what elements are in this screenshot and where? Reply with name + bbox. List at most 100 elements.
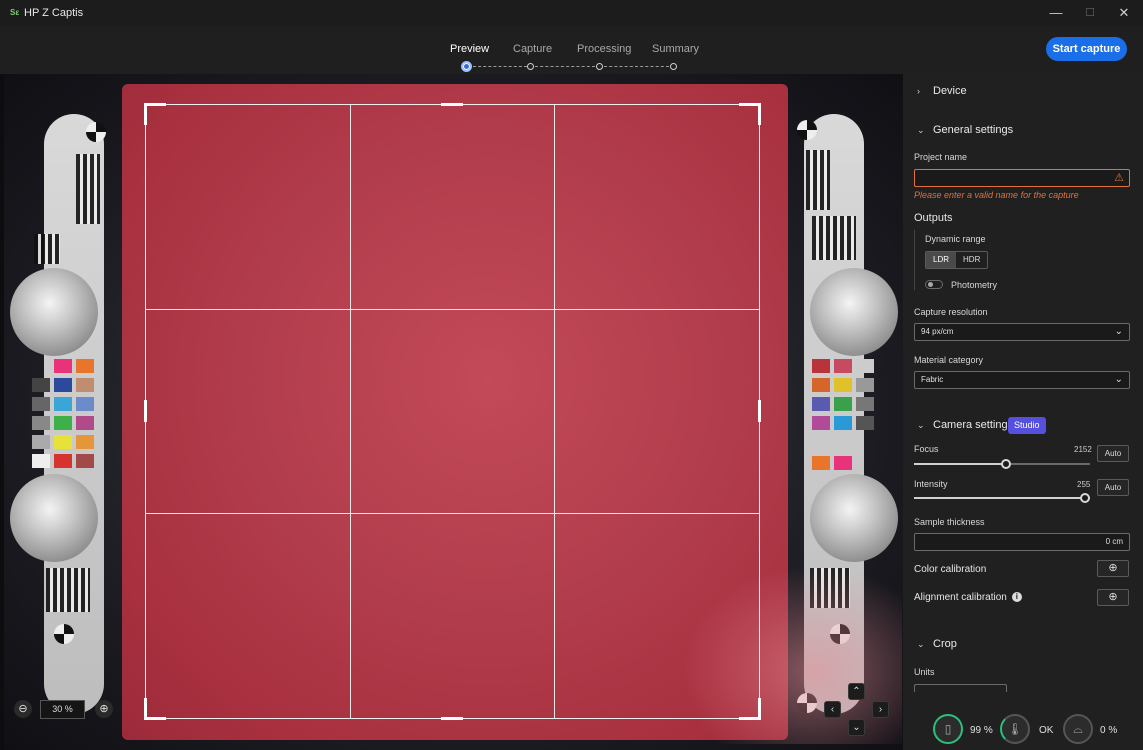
metal-disc <box>10 474 98 562</box>
minimize-button[interactable]: — <box>1041 4 1071 22</box>
step-dot-summary[interactable] <box>670 63 677 70</box>
color-swatch <box>32 435 50 449</box>
camera-preview[interactable]: ⊖ 30 % ⊕ ⌃ ‹ › ⌄ <box>0 74 903 750</box>
studio-badge[interactable]: Studio <box>1008 417 1046 434</box>
start-capture-button[interactable]: Start capture <box>1046 37 1127 61</box>
crop-handle-left[interactable] <box>144 400 147 422</box>
section-crop[interactable]: ⌄ Crop <box>917 638 957 650</box>
section-general-settings[interactable]: ⌄ General settings <box>917 124 1013 136</box>
crop-handle-bottom-left[interactable] <box>144 698 166 720</box>
close-button[interactable]: ✕ <box>1109 4 1139 22</box>
color-swatch <box>54 378 72 392</box>
calibration-target-icon <box>54 624 74 644</box>
project-name-label: Project name <box>914 152 968 162</box>
color-swatch <box>54 397 72 411</box>
focus-slider-thumb[interactable] <box>1001 459 1011 469</box>
color-swatch <box>812 378 830 392</box>
focus-slider[interactable] <box>914 459 1090 469</box>
step-connector <box>535 66 595 67</box>
section-crop-label: Crop <box>933 638 957 650</box>
pan-left-button[interactable]: ‹ <box>824 701 841 718</box>
section-general-label: General settings <box>933 124 1014 136</box>
project-name-input[interactable]: ⚠ <box>914 169 1130 187</box>
color-swatch <box>76 435 94 449</box>
chevron-down-icon: ⌄ <box>1114 326 1123 337</box>
intensity-slider-thumb[interactable] <box>1080 493 1090 503</box>
focus-auto-button[interactable]: Auto <box>1097 445 1129 462</box>
color-swatch <box>856 397 874 411</box>
step-dot-capture[interactable] <box>527 63 534 70</box>
step-preview[interactable]: Preview <box>450 43 489 55</box>
chevron-down-icon: ⌄ <box>917 420 925 430</box>
battery-icon: ▯ <box>933 714 963 744</box>
color-calibration-label: Color calibration <box>914 564 987 575</box>
crosshair-icon: ⊕ <box>1108 562 1118 574</box>
dynamic-range-hdr[interactable]: HDR <box>956 252 987 268</box>
step-connector <box>473 66 527 67</box>
color-swatch <box>812 397 830 411</box>
color-swatch <box>76 454 94 468</box>
crop-handle-bottom[interactable] <box>441 717 463 720</box>
material-category-select[interactable]: Fabric ⌄ <box>914 371 1130 389</box>
step-connector <box>604 66 669 67</box>
step-summary[interactable]: Summary <box>652 43 699 55</box>
section-camera-label: Camera settings <box>933 419 1014 431</box>
step-dot-processing[interactable] <box>596 63 603 70</box>
focus-slider-fill <box>914 463 1010 465</box>
chevron-down-icon: ⌄ <box>917 639 925 649</box>
crop-handle-right[interactable] <box>758 400 761 422</box>
alignment-calibration-row: Alignment calibration i <box>914 592 1022 603</box>
sample-thickness-input[interactable]: 0 cm <box>914 533 1130 551</box>
sample-thickness-label: Sample thickness <box>914 517 985 527</box>
zoom-value[interactable]: 30 % <box>40 700 85 719</box>
crop-handle-bottom-right[interactable] <box>739 698 761 720</box>
color-swatch <box>76 359 94 373</box>
color-swatch <box>834 416 852 430</box>
step-capture[interactable]: Capture <box>513 43 552 55</box>
material-category-label: Material category <box>914 355 984 365</box>
color-calibration-button[interactable]: ⊕ <box>1097 560 1129 577</box>
grid-line <box>350 105 351 718</box>
alignment-calibration-label: Alignment calibration <box>914 592 1007 603</box>
zoom-out-button[interactable]: ⊖ <box>14 700 32 718</box>
capture-resolution-select[interactable]: 94 px/cm ⌄ <box>914 323 1130 341</box>
color-swatch <box>54 359 72 373</box>
zoom-out-icon: ⊖ <box>18 703 28 715</box>
crop-handle-top-right[interactable] <box>739 103 761 125</box>
intensity-slider[interactable] <box>914 493 1090 503</box>
storage-icon: ⌓ <box>1063 714 1093 744</box>
color-swatch <box>834 359 852 373</box>
qr-code <box>46 568 90 612</box>
intensity-value: 255 <box>1077 480 1091 489</box>
capture-resolution-value: 94 px/cm <box>921 327 954 336</box>
dynamic-range-ldr[interactable]: LDR <box>926 252 957 268</box>
step-processing[interactable]: Processing <box>577 43 631 55</box>
color-swatch <box>812 416 830 430</box>
storage-value: 0 % <box>1100 725 1118 736</box>
crop-frame[interactable] <box>145 104 760 719</box>
zoom-in-button[interactable]: ⊕ <box>95 700 113 718</box>
crop-handle-top-left[interactable] <box>144 103 166 125</box>
units-select[interactable] <box>914 684 1007 692</box>
step-dot-preview[interactable] <box>461 61 472 72</box>
section-device[interactable]: › Device <box>917 85 967 97</box>
color-swatch <box>834 397 852 411</box>
pan-right-button[interactable]: › <box>872 701 889 718</box>
grid-line <box>146 513 759 514</box>
grid-line <box>554 105 555 718</box>
info-icon[interactable]: i <box>1011 592 1022 603</box>
color-swatch <box>834 378 852 392</box>
intensity-auto-button[interactable]: Auto <box>1097 479 1129 496</box>
maximize-button[interactable]: ☐ <box>1075 4 1105 22</box>
grid-line <box>146 309 759 310</box>
focus-value: 2152 <box>1074 445 1092 454</box>
color-swatch <box>812 456 830 470</box>
section-camera-settings[interactable]: ⌄ Camera settings <box>917 419 1013 431</box>
alignment-calibration-button[interactable]: ⊕ <box>1097 589 1129 606</box>
pan-up-button[interactable]: ⌃ <box>848 683 865 700</box>
crop-handle-top[interactable] <box>441 103 463 106</box>
pan-down-button[interactable]: ⌄ <box>848 719 865 736</box>
qr-code <box>812 216 856 260</box>
photometry-toggle[interactable] <box>925 280 943 289</box>
intensity-label: Intensity <box>914 479 948 489</box>
